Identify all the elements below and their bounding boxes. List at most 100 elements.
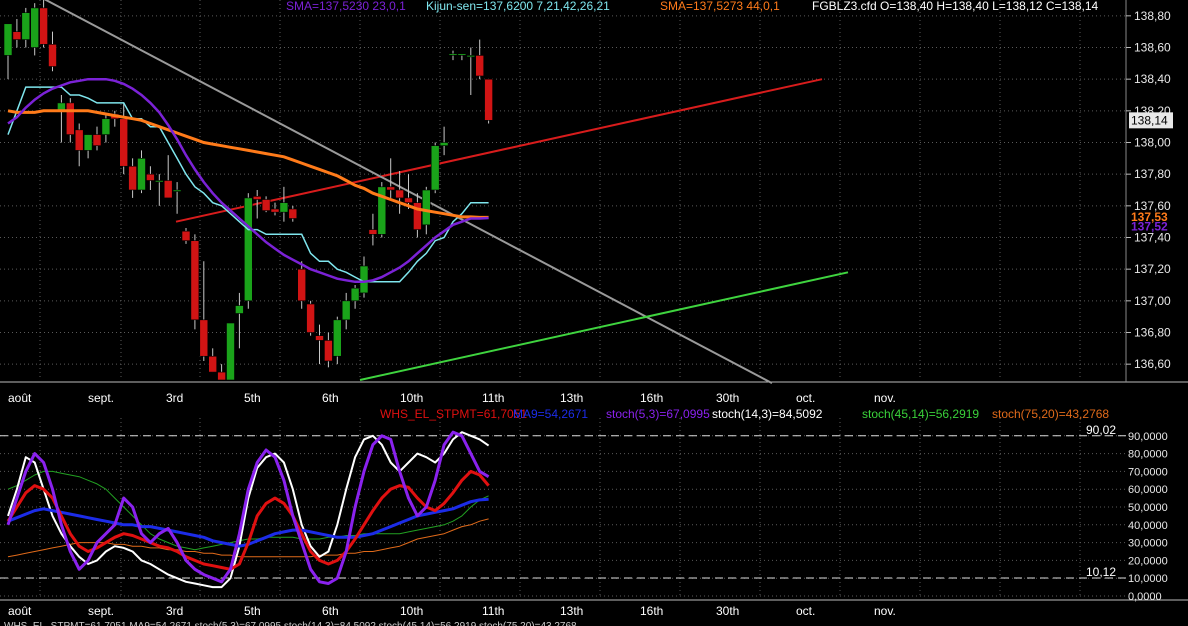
candle-body[interactable] [21, 12, 31, 40]
price-axis-label: 136,60 [1134, 357, 1171, 371]
candle-body[interactable] [475, 55, 485, 77]
candle-body[interactable] [119, 118, 128, 167]
osc-x-tick-label: 11th [482, 604, 504, 618]
price-x-tick-label: 30th [716, 391, 739, 405]
candle-body[interactable] [484, 78, 493, 121]
osc-header-ma9: MA9=54,2671 [513, 407, 588, 421]
candle-body[interactable] [386, 186, 396, 191]
osc-axis-label: 10,0000 [1128, 573, 1168, 585]
candle-body[interactable] [217, 371, 226, 381]
candle-body[interactable] [332, 319, 342, 357]
candle-body[interactable] [155, 180, 164, 183]
candle-body[interactable] [30, 7, 40, 48]
candle-body[interactable] [74, 129, 84, 151]
candle-body[interactable] [48, 44, 57, 67]
osc-x-tick-label: nov. [874, 604, 896, 618]
candle-body[interactable] [466, 55, 476, 58]
candle-body[interactable] [439, 142, 449, 146]
price-x-tick-label: 5th [244, 391, 261, 405]
osc-header-stoch5: stoch(5,3)=67,0995 [606, 407, 710, 421]
osc-x-tick-label: 3rd [166, 604, 183, 618]
osc-header-whs: WHS_EL_STPMT=61,7051 [380, 407, 527, 421]
price-axis-label: 137,80 [1134, 167, 1171, 181]
price-and-oscillator-chart[interactable]: 138,80138,60138,40138,20138,00137,80137,… [0, 0, 1188, 626]
price-axis-label: 138,80 [1134, 9, 1171, 23]
price-x-tick-label: 10th [400, 391, 423, 405]
candle-body[interactable] [244, 197, 253, 302]
candle-body[interactable] [288, 208, 298, 219]
price-axis-label: 137,00 [1134, 294, 1171, 308]
candle-body[interactable] [199, 319, 209, 357]
candle-body[interactable] [66, 102, 75, 135]
candle-body[interactable] [341, 300, 351, 321]
osc-x-tick-label: 30th [716, 604, 739, 618]
header-sma2-label: SMA=137,5273 44,0,1 [660, 0, 780, 13]
osc-axis-label: 50,0000 [1128, 502, 1168, 514]
osc-x-tick-label: 10th [400, 604, 423, 618]
candle-body[interactable] [279, 202, 289, 213]
candle-body[interactable] [146, 173, 155, 181]
candle-body[interactable] [368, 229, 378, 235]
candle-body[interactable] [226, 322, 235, 381]
osc-axis-label: 90,0000 [1128, 431, 1168, 443]
candle-body[interactable] [315, 335, 324, 341]
osc-x-tick-label: sept. [88, 604, 114, 618]
candle-body[interactable] [430, 145, 440, 191]
osc-x-tick-label: 6th [322, 604, 339, 618]
candle-body[interactable] [235, 305, 244, 314]
candle-body[interactable] [457, 53, 467, 56]
osc-x-tick-label: 16th [640, 604, 663, 618]
candle-body[interactable] [448, 53, 458, 56]
candle-body[interactable] [395, 189, 404, 199]
candle-body[interactable] [83, 134, 93, 151]
candle-body[interactable] [261, 199, 271, 211]
osc-axis-label: 0,0000 [1128, 591, 1162, 603]
header-sma1-label: SMA=137,5230 23,0,1 [286, 0, 406, 13]
candle-body[interactable] [359, 265, 369, 294]
osc-axis-label: 40,0000 [1128, 520, 1168, 532]
candle-body[interactable] [306, 303, 315, 333]
candle-body[interactable] [172, 189, 182, 192]
candle-body[interactable] [270, 208, 280, 213]
candle-body[interactable] [190, 240, 200, 321]
candle-body[interactable] [12, 31, 22, 40]
price-x-tick-label: 11th [482, 391, 504, 405]
candle-body[interactable] [3, 23, 13, 56]
candle-body[interactable] [421, 189, 431, 226]
candle-body[interactable] [137, 158, 146, 191]
candle-body[interactable] [404, 197, 413, 203]
osc-level-label: 90,02 [1086, 423, 1116, 437]
osc-header-stoch75: stoch(75,20)=43,2768 [992, 407, 1109, 421]
osc-x-tick-label: oct. [796, 604, 815, 618]
candle-body[interactable] [163, 180, 173, 199]
candle-body[interactable] [39, 7, 48, 45]
osc-axis-label: 60,0000 [1128, 484, 1168, 496]
price-x-tick-label: août [8, 391, 32, 405]
header-kijun-label: Kijun-sen=137,6200 7,21,42,26,21 [426, 0, 610, 13]
candle-body[interactable] [350, 287, 360, 302]
price-x-tick-label: nov. [874, 391, 896, 405]
osc-level-label: 10,12 [1086, 565, 1116, 579]
price-x-tick-label: 16th [640, 391, 663, 405]
osc-axis-label: 80,0000 [1128, 449, 1168, 461]
sma1-value-label: 137,52 [1131, 220, 1168, 234]
price-x-tick-label: 6th [322, 391, 339, 405]
candle-body[interactable] [208, 355, 217, 373]
candle-body[interactable] [252, 196, 262, 200]
candle-body[interactable] [128, 165, 137, 191]
candle-body[interactable] [181, 230, 191, 241]
osc-axis-label: 20,0000 [1128, 555, 1168, 567]
chart-window: 138,80 138,60 138,40 138,20 138,00 137,80 137,… [0, 0, 1188, 626]
candle-body[interactable] [297, 268, 307, 302]
osc-header-stoch45: stoch(45,14)=56,2919 [862, 407, 979, 421]
last-price-label: 138,14 [1131, 113, 1168, 127]
osc-axis-label: 70,0000 [1128, 466, 1168, 478]
candle-body[interactable] [101, 118, 111, 135]
candle-body[interactable] [92, 134, 102, 146]
candle-body[interactable] [324, 340, 333, 362]
price-axis-label: 138,60 [1134, 41, 1171, 55]
osc-x-tick-label: 5th [244, 604, 261, 618]
osc-header-stoch14: stoch(14,3)=84,5092 [712, 407, 823, 421]
price-x-tick-label: sept. [88, 391, 114, 405]
price-axis-label: 136,80 [1134, 326, 1171, 340]
